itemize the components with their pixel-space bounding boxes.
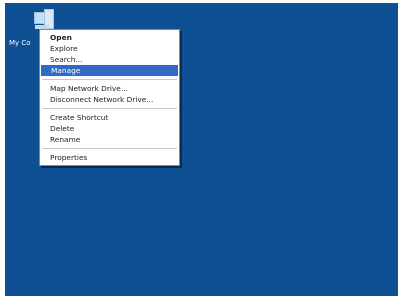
desktop[interactable]: My Co Open Explore Search... Manage Map … [5, 3, 398, 296]
menu-separator [42, 108, 177, 109]
menu-item-map-network-drive[interactable]: Map Network Drive... [40, 83, 179, 94]
menu-item-delete[interactable]: Delete [40, 123, 179, 134]
menu-item-disconnect-network-drive[interactable]: Disconnect Network Drive... [40, 94, 179, 105]
menu-item-open[interactable]: Open [40, 32, 179, 43]
desktop-icon-label: My Co [9, 39, 31, 47]
menu-separator [42, 148, 177, 149]
menu-separator [42, 79, 177, 80]
menu-item-manage[interactable]: Manage [41, 65, 178, 76]
menu-item-properties[interactable]: Properties [40, 152, 179, 163]
context-menu: Open Explore Search... Manage Map Networ… [39, 29, 180, 166]
menu-item-explore[interactable]: Explore [40, 43, 179, 54]
menu-item-create-shortcut[interactable]: Create Shortcut [40, 112, 179, 123]
menu-item-rename[interactable]: Rename [40, 134, 179, 145]
menu-item-search[interactable]: Search... [40, 54, 179, 65]
